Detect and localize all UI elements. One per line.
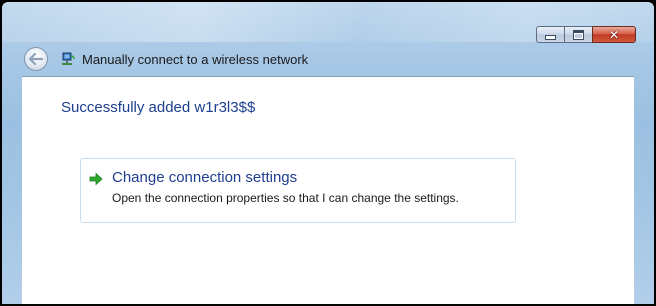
content-area: Successfully added w1r3l3$$ Change conne…	[22, 76, 634, 304]
title-row: Manually connect to a wireless network	[24, 47, 308, 71]
window-frame: ✕ Manually connect to a wireless network…	[2, 2, 654, 304]
back-arrow-icon	[29, 53, 43, 65]
back-button[interactable]	[24, 47, 48, 71]
maximize-button[interactable]	[564, 26, 592, 43]
window-title: Manually connect to a wireless network	[82, 51, 309, 67]
option-description: Open the connection properties so that I…	[112, 191, 459, 205]
window-controls: ✕	[536, 26, 636, 43]
minimize-button[interactable]	[536, 26, 564, 43]
option-title: Change connection settings	[112, 169, 298, 186]
minimize-icon	[545, 34, 556, 40]
green-arrow-icon	[89, 172, 103, 186]
close-icon: ✕	[608, 27, 620, 42]
close-button[interactable]: ✕	[592, 26, 636, 43]
success-heading: Successfully added w1r3l3$$	[61, 99, 256, 116]
maximize-icon	[573, 29, 584, 40]
change-connection-settings-option[interactable]: Change connection settings Open the conn…	[80, 158, 516, 223]
wireless-network-icon	[60, 51, 76, 67]
